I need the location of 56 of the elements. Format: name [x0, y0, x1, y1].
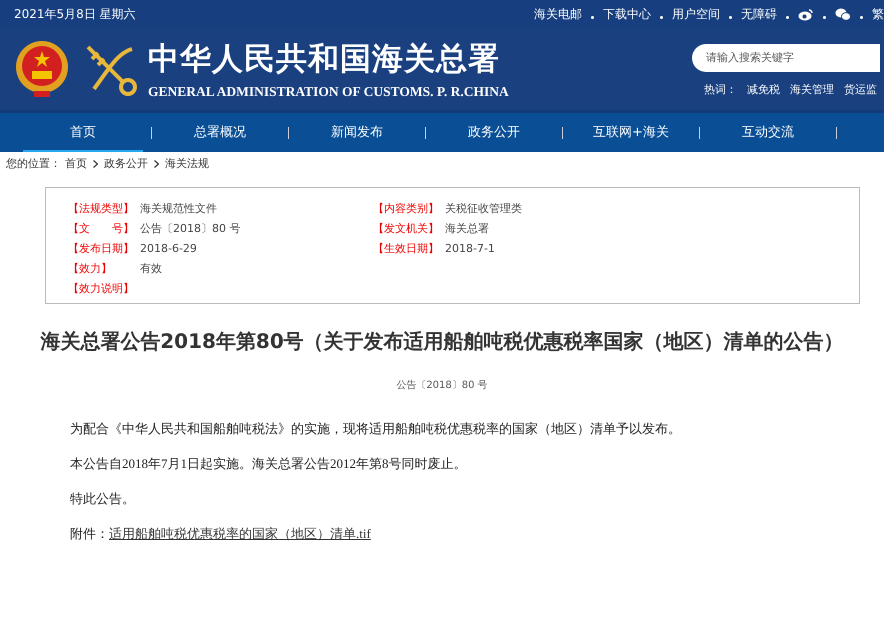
paragraph: 为配合《中华人民共和国船舶吨税法》的实施，现将适用船舶吨税优惠税率的国家（地区）清单予以发布。 [70, 420, 682, 438]
dot-separator [660, 16, 663, 18]
field-value: 有效 [140, 261, 162, 276]
field-value: 公告〔2018〕80 号 [140, 220, 240, 236]
site-subtitle: GENERAL ADMINISTRATION OF CUSTOMS. P. R.CHINA [148, 84, 510, 100]
top-link[interactable]: 海关电邮 [534, 6, 582, 22]
breadcrumb-link[interactable]: 政务公开 [104, 156, 148, 171]
nav-tab[interactable]: 互动交流 [708, 113, 828, 152]
nav-tab[interactable]: 互联网+海关 [571, 113, 691, 152]
paragraph: 本公告自2018年7月1日起实施。海关总署公告2012年第8号同时废止。 [70, 455, 468, 473]
document-number: 公告〔2018〕80 号 [395, 378, 489, 392]
field-label: 【效力】 [68, 261, 113, 276]
field-label: 【文 号】 [68, 220, 132, 236]
article-title: 海关总署公告2018年第80号（关于发布适用船舶吨税优惠税率国家（地区）清单的公告） [40, 328, 844, 355]
chevron-icon [154, 160, 159, 168]
top-link[interactable]: 用户空间 [672, 6, 720, 22]
hot-word-link[interactable]: 减免税 [747, 82, 780, 96]
dot-separator [729, 16, 732, 18]
site-title: 中华人民共和国海关总署 [148, 40, 501, 79]
field-value: 2018-7-1 [445, 242, 495, 255]
field-label: 【生效日期】 [373, 240, 437, 256]
search-field[interactable]: 请输入搜索关键字 [692, 44, 880, 72]
nav-tab[interactable]: 总署概况 [160, 113, 280, 152]
field-label: 【发布日期】 [68, 240, 132, 256]
field-label: 【效力说明】 [68, 281, 132, 296]
paragraph: 特此公告。 [70, 490, 136, 508]
date-text: 2021年5月8日 星期六 [14, 6, 136, 22]
nav-tab[interactable]: 新闻发布 [297, 113, 417, 152]
wechat-icon[interactable] [835, 8, 851, 20]
dot-separator [591, 16, 594, 18]
field-value: 海关总署 [445, 220, 489, 236]
breadcrumb-label: 您的位置： [6, 156, 61, 171]
field-value: 海关规范性文件 [140, 200, 217, 216]
field-value: 2018-6-29 [140, 242, 197, 255]
breadcrumb-link[interactable]: 首页 [65, 156, 87, 171]
breadcrumb-link[interactable]: 海关法规 [165, 156, 209, 171]
hot-words-label: 热词： [704, 82, 737, 96]
field-label: 【法规类型】 [68, 200, 132, 216]
nav-tab[interactable]: 政务公开 [434, 113, 554, 152]
dot-separator [860, 16, 863, 18]
national-emblem-icon [14, 39, 70, 99]
hot-word-link[interactable]: 海关管理 [790, 82, 834, 96]
hot-word-link[interactable]: 货运监 [844, 82, 877, 96]
attachment-label: 附件： [70, 526, 109, 541]
nav-tab[interactable]: 首页 [23, 113, 143, 152]
top-link[interactable]: 无障碍 [741, 6, 777, 22]
dot-separator [786, 16, 789, 18]
field-label: 【内容类别】 [373, 200, 437, 216]
top-link[interactable]: 下载中心 [603, 6, 651, 22]
field-value: 关税征收管理类 [445, 200, 522, 216]
field-label: 【发文机关】 [373, 220, 437, 236]
dot-separator [823, 16, 826, 18]
attachment-link[interactable]: 适用船舶吨税优惠税率的国家（地区）清单.tif [109, 526, 371, 541]
chevron-icon [93, 160, 98, 168]
weibo-icon[interactable] [798, 8, 814, 20]
language-link[interactable]: 繁 [872, 6, 884, 22]
